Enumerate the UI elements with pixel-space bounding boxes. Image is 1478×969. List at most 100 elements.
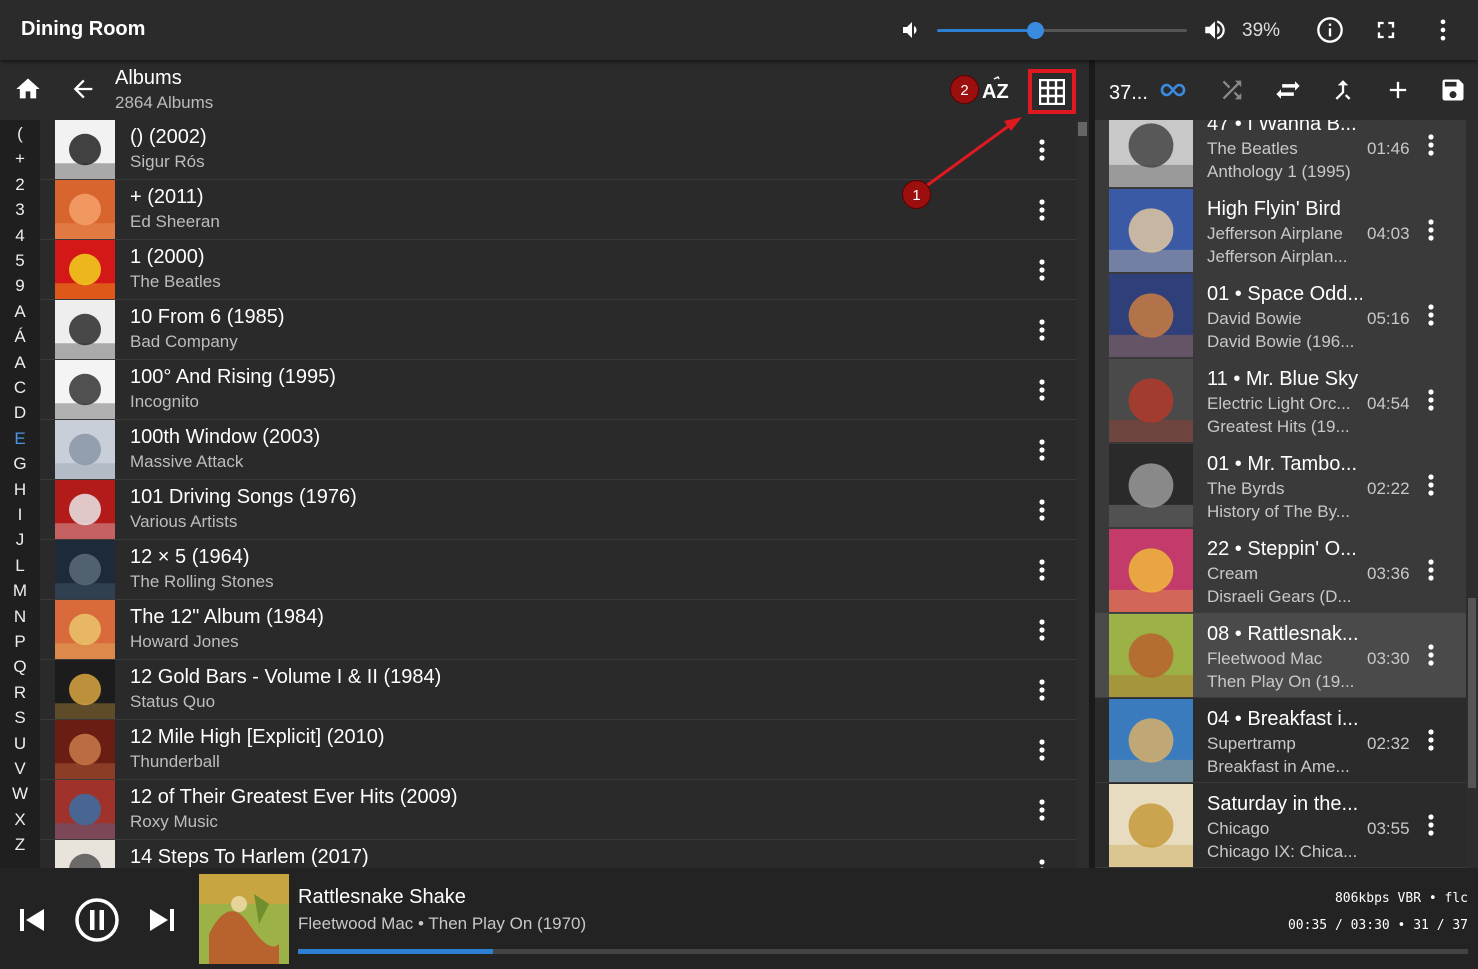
album-more-icon[interactable] xyxy=(1032,738,1052,762)
queue-track-more-icon[interactable] xyxy=(1421,728,1441,752)
album-more-icon[interactable] xyxy=(1032,558,1052,582)
queue-track-row[interactable]: 01 • Space Odd... David Bowie David Bowi… xyxy=(1095,273,1466,358)
shuffle-icon[interactable] xyxy=(1218,76,1246,104)
alphabet-letter[interactable]: V xyxy=(0,759,40,779)
queue-track-cover[interactable] xyxy=(1109,120,1193,187)
home-icon[interactable] xyxy=(14,75,42,103)
alphabet-letter[interactable]: ( xyxy=(0,124,40,144)
sort-az-icon[interactable]: AZ xyxy=(980,76,1012,104)
album-more-icon[interactable] xyxy=(1032,498,1052,522)
volume-up-icon[interactable] xyxy=(1202,17,1228,43)
alphabet-letter[interactable]: 5 xyxy=(0,251,40,271)
queue-track-cover[interactable] xyxy=(1109,444,1193,527)
album-row[interactable]: 12 Gold Bars - Volume I & II (1984) Stat… xyxy=(40,660,1076,720)
album-row[interactable]: 100° And Rising (1995) Incognito xyxy=(40,360,1076,420)
alphabet-letter[interactable]: L xyxy=(0,556,40,576)
album-cover[interactable] xyxy=(55,540,115,599)
alphabet-letter[interactable]: J xyxy=(0,530,40,550)
queue-track-cover[interactable] xyxy=(1109,274,1193,357)
queue-scrollbar-thumb[interactable] xyxy=(1468,598,1476,788)
fullscreen-icon[interactable] xyxy=(1372,16,1400,44)
alphabet-letter[interactable]: + xyxy=(0,149,40,169)
alphabet-letter[interactable]: U xyxy=(0,734,40,754)
album-more-icon[interactable] xyxy=(1032,678,1052,702)
album-cover[interactable] xyxy=(55,720,115,779)
album-cover[interactable] xyxy=(55,420,115,479)
album-more-icon[interactable] xyxy=(1032,198,1052,222)
queue-track-cover[interactable] xyxy=(1109,359,1193,442)
album-row[interactable]: 1 (2000) The Beatles xyxy=(40,240,1076,300)
queue-track-cover[interactable] xyxy=(1109,189,1193,272)
album-cover[interactable] xyxy=(55,180,115,239)
alphabet-letter[interactable]: 2 xyxy=(0,175,40,195)
queue-track-cover[interactable] xyxy=(1109,699,1193,782)
queue-track-more-icon[interactable] xyxy=(1421,643,1441,667)
album-cover[interactable] xyxy=(55,120,115,179)
queue-track-more-icon[interactable] xyxy=(1421,218,1441,242)
alphabet-letter[interactable]: D xyxy=(0,403,40,423)
now-playing-cover[interactable] xyxy=(199,874,289,964)
album-row[interactable]: 100th Window (2003) Massive Attack xyxy=(40,420,1076,480)
queue-track-cover[interactable] xyxy=(1109,784,1193,867)
player-name[interactable]: Dining Room xyxy=(21,18,145,41)
album-cover[interactable] xyxy=(55,600,115,659)
alphabet-letter[interactable]: 4 xyxy=(0,226,40,246)
album-row[interactable]: 10 From 6 (1985) Bad Company xyxy=(40,300,1076,360)
alphabet-letter[interactable]: X xyxy=(0,810,40,830)
album-row[interactable]: 101 Driving Songs (1976) Various Artists xyxy=(40,480,1076,540)
album-row[interactable]: The 12" Album (1984) Howard Jones xyxy=(40,600,1076,660)
alphabet-letter[interactable]: E xyxy=(0,429,40,449)
queue-track-more-icon[interactable] xyxy=(1421,473,1441,497)
album-cover[interactable] xyxy=(55,360,115,419)
repeat-infinite-icon[interactable] xyxy=(1159,76,1187,104)
queue-track-cover[interactable] xyxy=(1109,529,1193,612)
album-list-scrollbar-thumb[interactable] xyxy=(1078,122,1087,136)
alphabet-letter[interactable]: G xyxy=(0,454,40,474)
save-icon[interactable] xyxy=(1439,76,1467,104)
alphabet-letter[interactable]: S xyxy=(0,708,40,728)
volume-slider-thumb[interactable] xyxy=(1026,22,1044,39)
album-row[interactable]: 12 Mile High [Explicit] (2010) Thunderba… xyxy=(40,720,1076,780)
album-cover[interactable] xyxy=(55,480,115,539)
album-row[interactable]: () (2002) Sigur Rós xyxy=(40,120,1076,180)
queue-track-more-icon[interactable] xyxy=(1421,388,1441,412)
queue-track-more-icon[interactable] xyxy=(1421,303,1441,327)
more-vert-icon[interactable] xyxy=(1429,16,1457,44)
now-playing-subtitle[interactable]: Fleetwood Mac • Then Play On (1970) xyxy=(298,914,586,934)
queue-track-row[interactable]: High Flyin' Bird Jefferson Airplane Jeff… xyxy=(1095,188,1466,273)
album-more-icon[interactable] xyxy=(1032,258,1052,282)
alphabet-letter[interactable]: Z xyxy=(0,835,40,855)
album-cover[interactable] xyxy=(55,840,115,868)
album-more-icon[interactable] xyxy=(1032,138,1052,162)
alphabet-letter[interactable]: P xyxy=(0,632,40,652)
album-more-icon[interactable] xyxy=(1032,318,1052,342)
alphabet-letter[interactable]: Q xyxy=(0,657,40,677)
queue-track-row[interactable]: 47 • I Wanna B... The Beatles Anthology … xyxy=(1095,120,1466,188)
queue-track-more-icon[interactable] xyxy=(1421,813,1441,837)
queue-track-row[interactable]: Saturday in the... Chicago Chicago IX: C… xyxy=(1095,783,1466,868)
alphabet-letter[interactable]: A xyxy=(0,353,40,373)
alphabet-letter[interactable]: 9 xyxy=(0,276,40,296)
merge-icon[interactable] xyxy=(1329,76,1357,104)
album-row[interactable]: 14 Steps To Harlem (2017) xyxy=(40,840,1076,868)
alphabet-letter[interactable]: C xyxy=(0,378,40,398)
previous-track-icon[interactable] xyxy=(17,905,47,935)
alphabet-letter[interactable]: R xyxy=(0,683,40,703)
alphabet-letter[interactable]: N xyxy=(0,607,40,627)
info-icon[interactable] xyxy=(1316,16,1344,44)
album-more-icon[interactable] xyxy=(1032,438,1052,462)
queue-track-row[interactable]: 22 • Steppin' O... Cream Disraeli Gears … xyxy=(1095,528,1466,613)
now-playing-title[interactable]: Rattlesnake Shake xyxy=(298,886,466,909)
volume-slider[interactable] xyxy=(937,22,1187,39)
queue-scrollbar[interactable] xyxy=(1466,120,1478,868)
queue-track-row[interactable]: 04 • Breakfast i... Supertramp Breakfast… xyxy=(1095,698,1466,783)
queue-track-row[interactable]: 11 • Mr. Blue Sky Electric Light Orc... … xyxy=(1095,358,1466,443)
album-row[interactable]: 12 × 5 (1964) The Rolling Stones xyxy=(40,540,1076,600)
album-more-icon[interactable] xyxy=(1032,798,1052,822)
album-list-scrollbar[interactable] xyxy=(1076,120,1089,868)
album-more-icon[interactable] xyxy=(1032,858,1052,868)
alphabet-letter[interactable]: M xyxy=(0,581,40,601)
album-cover[interactable] xyxy=(55,660,115,719)
volume-down-icon[interactable] xyxy=(898,18,922,42)
queue-track-more-icon[interactable] xyxy=(1421,133,1441,157)
